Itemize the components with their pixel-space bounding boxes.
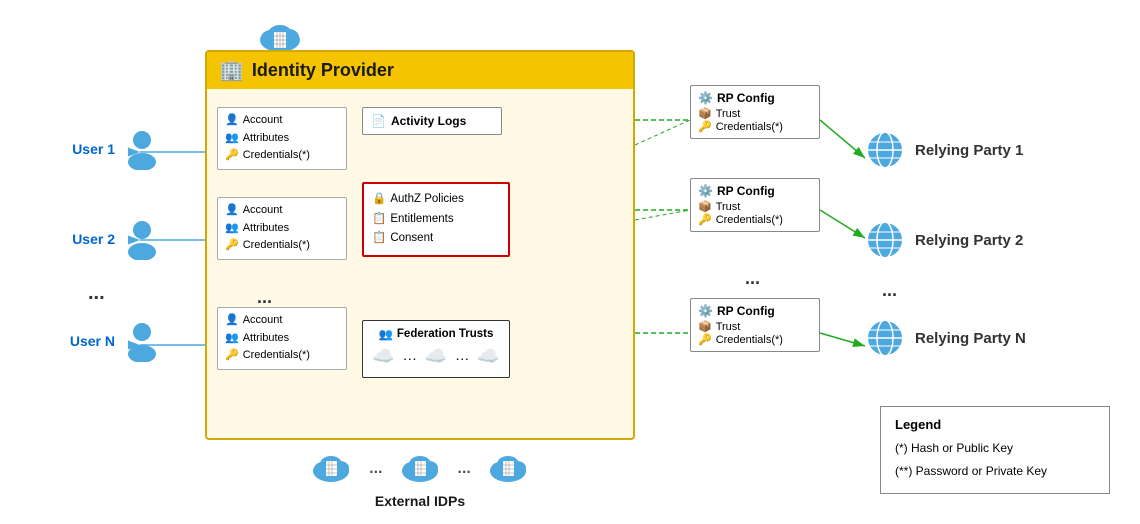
legend-item-1: (*) Hash or Public Key <box>895 437 1095 460</box>
idp-title: Identity Provider <box>252 60 394 81</box>
idp-box: 🏢 Identity Provider 👤Account 👥Attributes… <box>205 50 635 440</box>
key-icon-2: 🔑 <box>698 213 712 226</box>
user-n-icon <box>123 320 161 362</box>
fed-dots-2: ··· <box>455 346 469 371</box>
activity-logs-title: 📄 Activity Logs <box>371 114 493 128</box>
key-icon-1: 🔑 <box>698 120 712 133</box>
box-icon-2: 📦 <box>698 200 712 213</box>
authz-policies-row: 🔒AuthZ Policies <box>372 190 500 210</box>
box-icon-n: 📦 <box>698 320 712 333</box>
external-idps-label: External IDPs <box>375 493 465 509</box>
rp-1-globe-icon <box>865 130 905 170</box>
ext-cloud-2 <box>398 449 443 488</box>
rp-middle-dots: ... <box>882 280 897 301</box>
user-dots-idp: ... <box>257 287 272 308</box>
legend-title: Legend <box>895 417 1095 432</box>
account-n: 👤Account <box>225 312 339 330</box>
rp-config-1: ⚙️ RP Config 📦Trust 🔑Credentials(*) <box>690 85 820 139</box>
user-1-icon <box>123 128 161 170</box>
ext-cloud-1 <box>309 449 354 488</box>
gear-icon-2: ⚙️ <box>698 184 713 198</box>
rp-credentials-2: 🔑Credentials(*) <box>698 213 812 226</box>
user-data-box-2: 👤Account 👥Attributes 🔑Credentials(*) <box>217 197 347 260</box>
ext-dots-2: ... <box>458 460 471 478</box>
external-idps-section: ... ... <box>205 449 635 509</box>
user-data-box-1: 👤Account 👥Attributes 🔑Credentials(*) <box>217 107 347 170</box>
entitlements-row: 📋Entitlements <box>372 210 500 230</box>
rp-config-n-title: ⚙️ RP Config <box>698 304 812 318</box>
credentials-n: 🔑Credentials(*) <box>225 347 339 365</box>
gear-icon-n: ⚙️ <box>698 304 713 318</box>
rp-n-globe-icon <box>865 318 905 358</box>
doc-icon: 📄 <box>371 114 386 128</box>
user-1-row: User 1 <box>65 128 161 170</box>
attributes-n: 👥Attributes <box>225 330 339 348</box>
attributes-2: 👥Attributes <box>225 220 339 238</box>
rp-credentials-1: 🔑Credentials(*) <box>698 120 812 133</box>
user-2-icon <box>123 218 161 260</box>
cloud-fed-2: ☁️ <box>425 346 447 371</box>
user-2-label: User 2 <box>65 231 115 247</box>
attributes-1: 👥Attributes <box>225 130 339 148</box>
rp-1-label: Relying Party 1 <box>915 142 1023 159</box>
key-icon-n: 🔑 <box>698 333 712 346</box>
legend-item-2: (**) Password or Private Key <box>895 460 1095 483</box>
rp-n-row: Relying Party N <box>865 318 1026 358</box>
user-1-label: User 1 <box>65 141 115 157</box>
account-1: 👤Account <box>225 112 339 130</box>
fed-dots: ··· <box>403 346 417 371</box>
federation-icon: 👥 <box>379 327 393 341</box>
gear-icon-1: ⚙️ <box>698 91 713 105</box>
consent-row: 📋Consent <box>372 229 500 249</box>
rp-dots-middle: ... <box>745 268 760 289</box>
legend-box: Legend (*) Hash or Public Key (**) Passw… <box>880 406 1110 494</box>
consent-icon: 📋 <box>372 229 386 249</box>
user-2-row: User 2 <box>65 218 161 260</box>
rp-trust-1: 📦Trust <box>698 107 812 120</box>
rp-trust-n: 📦Trust <box>698 320 812 333</box>
list-icon: 📋 <box>372 210 386 230</box>
ext-dots: ... <box>369 460 382 478</box>
rp-n-label: Relying Party N <box>915 330 1026 347</box>
external-idps-icons: ... ... <box>309 449 531 488</box>
authz-box: 🔒AuthZ Policies 📋Entitlements 📋Consent <box>362 182 510 257</box>
account-2: 👤Account <box>225 202 339 220</box>
user-n-row: User N <box>65 320 161 362</box>
rp-1-row: Relying Party 1 <box>865 130 1023 170</box>
diagram-container: 🏢 Identity Provider 👤Account 👥Attributes… <box>10 10 1130 514</box>
ext-cloud-3 <box>486 449 531 488</box>
rp-credentials-n: 🔑Credentials(*) <box>698 333 812 346</box>
rp-2-globe-icon <box>865 220 905 260</box>
rp-trust-2: 📦Trust <box>698 200 812 213</box>
rp-config-2: ⚙️ RP Config 📦Trust 🔑Credentials(*) <box>690 178 820 232</box>
rp-config-2-title: ⚙️ RP Config <box>698 184 812 198</box>
cloud-fed-1: ☁️ <box>372 346 394 371</box>
credentials-1: 🔑Credentials(*) <box>225 147 339 165</box>
cloud-fed-3: ☁️ <box>477 346 499 371</box>
rp-2-row: Relying Party 2 <box>865 220 1023 260</box>
user-n-label: User N <box>65 333 115 349</box>
rp-2-label: Relying Party 2 <box>915 232 1023 249</box>
activity-logs-box: 📄 Activity Logs <box>362 107 502 135</box>
federation-title: 👥 Federation Trusts <box>371 327 501 341</box>
rp-config-n: ⚙️ RP Config 📦Trust 🔑Credentials(*) <box>690 298 820 352</box>
federation-icons-row: ☁️ ··· ☁️ ··· ☁️ <box>371 346 501 371</box>
rp-config-1-title: ⚙️ RP Config <box>698 91 812 105</box>
policy-icon: 🔒 <box>372 190 386 210</box>
federation-box: 👥 Federation Trusts ☁️ ··· ☁️ ··· ☁️ <box>362 320 510 378</box>
box-icon-1: 📦 <box>698 107 712 120</box>
user-middle-dots: ... <box>88 282 105 305</box>
credentials-2: 🔑Credentials(*) <box>225 237 339 255</box>
user-data-box-n: 👤Account 👥Attributes 🔑Credentials(*) <box>217 307 347 370</box>
idp-header: 🏢 Identity Provider <box>207 52 633 89</box>
